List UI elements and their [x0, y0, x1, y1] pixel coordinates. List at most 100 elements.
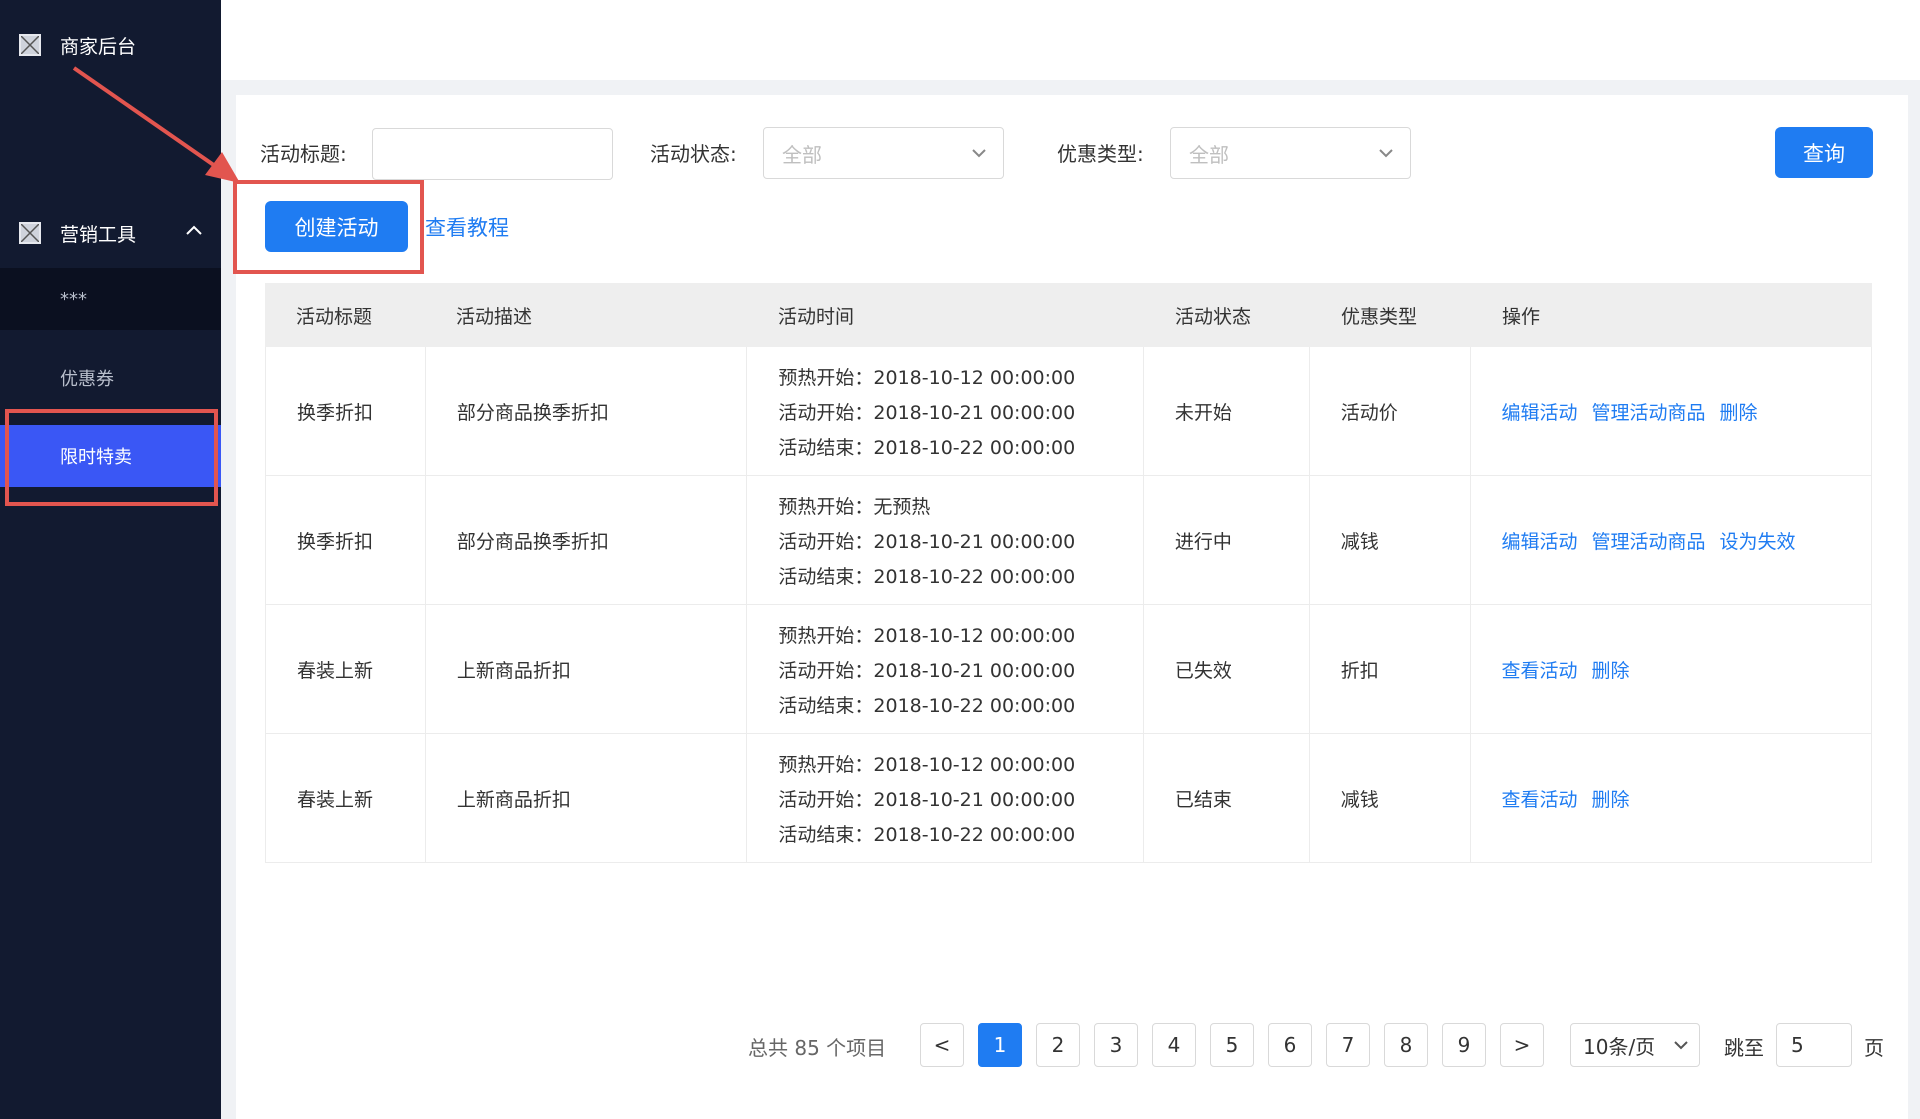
type-filter-label: 优惠类型:	[1057, 142, 1144, 166]
query-button[interactable]: 查询	[1775, 127, 1873, 178]
end-time: 活动结束：2018-10-22 00:00:00	[778, 565, 1076, 588]
top-bar	[221, 0, 1920, 80]
sidebar: 商家后台 营销工具 *** 优惠券 限时特卖	[0, 0, 221, 1119]
page-3-button[interactable]: 3	[1094, 1023, 1138, 1067]
table-row: 换季折扣 部分商品换季折扣 预热开始：2018-10-12 00:00:00 活…	[265, 347, 1872, 476]
annotation-box-create	[233, 180, 424, 274]
page-8-button[interactable]: 8	[1384, 1023, 1428, 1067]
activity-title: 春装上新	[266, 605, 426, 733]
chevron-down-icon	[972, 149, 986, 158]
column-header: 优惠类型	[1341, 305, 1418, 328]
page-size-select[interactable]: 10条/页	[1570, 1023, 1700, 1067]
view-activity-link[interactable]: 查看活动	[1502, 656, 1578, 683]
type-select-value: 全部	[1189, 142, 1229, 167]
activity-status: 未开始	[1144, 347, 1310, 475]
next-page-button[interactable]: >	[1500, 1023, 1544, 1067]
activity-time: 预热开始：2018-10-12 00:00:00 活动开始：2018-10-21…	[747, 734, 1144, 862]
deactivate-link[interactable]: 设为失效	[1720, 527, 1796, 554]
discount-type: 折扣	[1310, 605, 1471, 733]
manage-products-link[interactable]: 管理活动商品	[1592, 527, 1706, 554]
activity-time: 预热开始：无预热 活动开始：2018-10-21 00:00:00 活动结束：2…	[747, 476, 1144, 604]
page-2-button[interactable]: 2	[1036, 1023, 1080, 1067]
jump-page-value: 5	[1791, 1033, 1804, 1057]
status-select[interactable]: 全部	[763, 127, 1004, 179]
preheat-time: 预热开始：2018-10-12 00:00:00	[778, 624, 1076, 647]
chevron-up-icon	[186, 225, 202, 235]
jump-page-input[interactable]: 5	[1776, 1023, 1852, 1067]
preheat-time: 预热开始：2018-10-12 00:00:00	[778, 753, 1076, 776]
sidebar-item-coupons[interactable]: 优惠券	[0, 348, 221, 408]
brand-logo-icon	[19, 34, 41, 56]
page-9-button[interactable]: 9	[1442, 1023, 1486, 1067]
edit-activity-link[interactable]: 编辑活动	[1502, 527, 1578, 554]
delete-link[interactable]: 删除	[1592, 785, 1630, 812]
start-time: 活动开始：2018-10-21 00:00:00	[778, 401, 1076, 424]
activity-desc: 上新商品折扣	[426, 734, 748, 862]
activity-status: 已结束	[1144, 734, 1310, 862]
column-header: 活动描述	[456, 305, 533, 328]
table-row: 春装上新 上新商品折扣 预热开始：2018-10-12 00:00:00 活动开…	[265, 734, 1872, 863]
end-time: 活动结束：2018-10-22 00:00:00	[778, 694, 1076, 717]
status-filter-label: 活动状态:	[650, 142, 737, 166]
row-actions: 编辑活动 管理活动商品 设为失效	[1471, 476, 1871, 604]
status-select-value: 全部	[782, 142, 822, 167]
sidebar-item-label: 优惠券	[60, 369, 114, 390]
page-6-button[interactable]: 6	[1268, 1023, 1312, 1067]
preheat-time: 预热开始：无预热	[778, 495, 931, 518]
page-1-button[interactable]: 1	[978, 1023, 1022, 1067]
title-filter-label: 活动标题:	[260, 142, 347, 166]
table-row: 换季折扣 部分商品换季折扣 预热开始：无预热 活动开始：2018-10-21 0…	[265, 476, 1872, 605]
column-header: 操作	[1502, 305, 1541, 328]
row-actions: 查看活动 删除	[1471, 734, 1871, 862]
activity-status: 进行中	[1144, 476, 1310, 604]
column-header: 活动状态	[1175, 305, 1252, 328]
sidebar-group-marketing[interactable]: 营销工具	[0, 207, 221, 259]
delete-link[interactable]: 删除	[1592, 656, 1630, 683]
discount-type: 活动价	[1310, 347, 1471, 475]
prev-page-button[interactable]: <	[920, 1023, 964, 1067]
view-tutorial-link[interactable]: 查看教程	[425, 212, 509, 242]
activity-status: 已失效	[1144, 605, 1310, 733]
discount-type: 减钱	[1310, 734, 1471, 862]
start-time: 活动开始：2018-10-21 00:00:00	[778, 530, 1076, 553]
chevron-down-icon	[1674, 1041, 1688, 1050]
view-activity-link[interactable]: 查看活动	[1502, 785, 1578, 812]
type-select[interactable]: 全部	[1170, 127, 1411, 179]
activity-title: 换季折扣	[266, 476, 426, 604]
column-header: 活动时间	[778, 305, 855, 328]
column-header: 活动标题	[296, 305, 373, 328]
sidebar-item-label: ***	[60, 288, 87, 310]
page-size-value: 10条/页	[1583, 1034, 1656, 1059]
page-7-button[interactable]: 7	[1326, 1023, 1370, 1067]
row-actions: 编辑活动 管理活动商品 删除	[1471, 347, 1871, 475]
brand: 商家后台	[0, 22, 221, 68]
activity-time: 预热开始：2018-10-12 00:00:00 活动开始：2018-10-21…	[747, 347, 1144, 475]
annotation-box-flash-sale	[5, 409, 218, 506]
discount-type: 减钱	[1310, 476, 1471, 604]
manage-products-link[interactable]: 管理活动商品	[1592, 398, 1706, 425]
sidebar-item-hidden[interactable]: ***	[0, 268, 221, 330]
chevron-down-icon	[1379, 149, 1393, 158]
delete-link[interactable]: 删除	[1720, 398, 1758, 425]
pagination-total: 总共 85 个项目	[748, 1036, 887, 1060]
start-time: 活动开始：2018-10-21 00:00:00	[778, 788, 1076, 811]
jump-label: 跳至	[1724, 1036, 1764, 1060]
activity-time: 预热开始：2018-10-12 00:00:00 活动开始：2018-10-21…	[747, 605, 1144, 733]
table-header: 活动标题 活动描述 活动时间 活动状态 优惠类型 操作	[265, 283, 1872, 347]
sidebar-group-label: 营销工具	[60, 223, 137, 246]
preheat-time: 预热开始：2018-10-12 00:00:00	[778, 366, 1076, 389]
page-5-button[interactable]: 5	[1210, 1023, 1254, 1067]
brand-title: 商家后台	[60, 35, 137, 58]
marketing-icon	[19, 222, 41, 244]
activity-desc: 部分商品换季折扣	[426, 476, 748, 604]
activity-title: 换季折扣	[266, 347, 426, 475]
end-time: 活动结束：2018-10-22 00:00:00	[778, 436, 1076, 459]
title-input[interactable]	[372, 128, 613, 180]
end-time: 活动结束：2018-10-22 00:00:00	[778, 823, 1076, 846]
activity-desc: 上新商品折扣	[426, 605, 748, 733]
page-4-button[interactable]: 4	[1152, 1023, 1196, 1067]
activity-table: 活动标题 活动描述 活动时间 活动状态 优惠类型 操作 换季折扣 部分商品换季折…	[265, 283, 1872, 863]
activity-title: 春装上新	[266, 734, 426, 862]
start-time: 活动开始：2018-10-21 00:00:00	[778, 659, 1076, 682]
edit-activity-link[interactable]: 编辑活动	[1502, 398, 1578, 425]
